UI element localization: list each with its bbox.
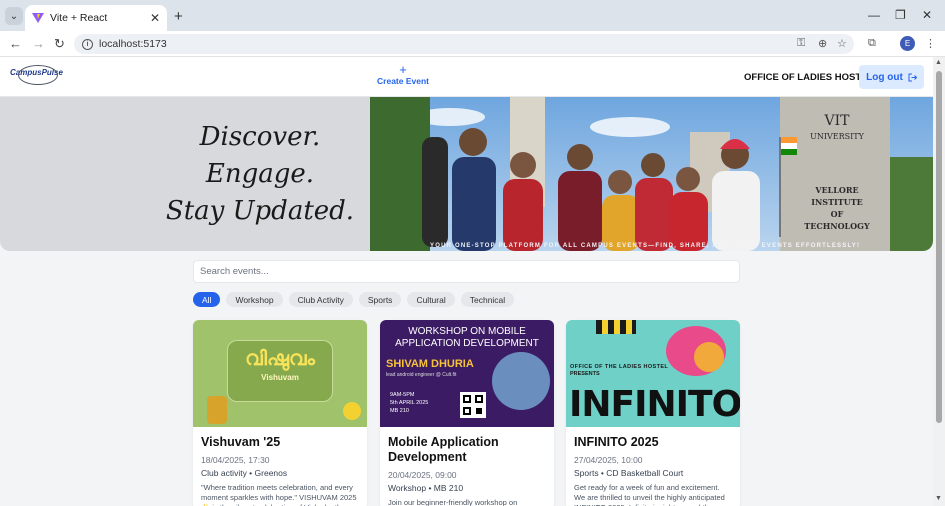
checker-decoration [596, 320, 636, 334]
poster-date: 5th APRIL 2025 [390, 400, 429, 406]
sign-vellore: VELLORE [814, 185, 858, 195]
hero-headline: Discover. Engage. Stay Updated. [150, 119, 370, 230]
filter-chip-club-activity[interactable]: Club Activity [288, 292, 353, 307]
hero-students-photo: VIT UNIVERSITY VELLORE INSTITUTE OF TECH… [370, 97, 933, 251]
hero-line-3: Stay Updated. [165, 196, 355, 226]
extensions-icon[interactable]: ⧉ [868, 37, 876, 50]
event-card-mobile-dev[interactable]: WORKSHOP ON MOBILE APPLICATION DEVELOPME… [380, 320, 554, 506]
logo-ring [18, 65, 58, 85]
browser-menu-icon[interactable]: ⋮ [925, 37, 936, 50]
event-card-body: Vishuvam '25 18/04/2025, 17:30 Club acti… [193, 427, 367, 506]
organization-name: OFFICE OF LADIES HOSTEL [744, 72, 874, 83]
restore-button[interactable]: ❐ [895, 8, 906, 22]
ball-decoration-2 [694, 342, 724, 372]
event-date: 20/04/2025, 09:00 [388, 470, 457, 480]
poster-vishuvam-sub: Vishuvam [261, 373, 299, 382]
scroll-up-arrow-icon[interactable]: ▲ [935, 59, 942, 66]
logout-label: Log out [866, 71, 903, 83]
event-title: INFINITO 2025 [574, 435, 659, 449]
poster-presents: PRESENTS [570, 371, 600, 377]
campuspulse-logo[interactable]: CampusPulse [10, 65, 63, 85]
event-card-grid: വിഷുവം Vishuvam Vishuvam '25 18/04/2025,… [193, 320, 741, 506]
event-description: Join our beginner-friendly workshop on [388, 498, 518, 506]
forward-arrow-icon[interactable]: → [32, 36, 45, 51]
flower-decoration [343, 402, 361, 420]
event-card-infinito[interactable]: OFFICE OF THE LADIES HOSTEL PRESENTS INF… [566, 320, 740, 506]
filter-chip-cultural[interactable]: Cultural [407, 292, 455, 307]
sign-university: UNIVERSITY [810, 132, 865, 141]
sign-institute: INSTITUTE [811, 197, 863, 207]
zoom-icon[interactable]: ⊕ [818, 37, 827, 50]
poster-speaker-name: SHIVAM DHURIA [386, 358, 474, 370]
event-meta: Sports • CD Basketball Court [574, 468, 684, 478]
event-poster-workshop: WORKSHOP ON MOBILE APPLICATION DEVELOPME… [380, 320, 554, 427]
hero-tagline: YOUR ONE-STOP PLATFORM FOR ALL CAMPUS EV… [430, 243, 861, 249]
event-meta: Workshop • MB 210 [388, 483, 464, 493]
sign-technology: TECHNOLOGY [804, 221, 870, 231]
browser-tab[interactable]: Vite + React ✕ [25, 5, 167, 31]
scrollbar-thumb[interactable] [936, 71, 942, 423]
filter-chip-workshop[interactable]: Workshop [226, 292, 283, 307]
site-info-icon[interactable]: i [82, 38, 93, 50]
scroll-down-arrow-icon[interactable]: ▼ [935, 495, 942, 502]
qr-code-icon [460, 392, 486, 418]
filter-chip-all[interactable]: All [193, 292, 221, 307]
reload-icon[interactable]: ↻ [54, 36, 65, 52]
close-window-button[interactable]: ✕ [922, 8, 932, 22]
tab-close-icon[interactable]: ✕ [150, 11, 160, 25]
event-meta: Club activity • Greenos [201, 468, 288, 478]
poster-line-1: WORKSHOP ON MOBILE [408, 326, 526, 337]
poster-time: 9AM-5PM [390, 392, 415, 398]
logout-icon [908, 73, 917, 81]
event-poster-infinito: OFFICE OF THE LADIES HOSTEL PRESENTS INF… [566, 320, 740, 427]
speaker-photo [492, 352, 550, 410]
event-card-body: INFINITO 2025 27/04/2025, 10:00 Sports •… [566, 427, 740, 506]
profile-avatar[interactable]: E [900, 36, 915, 51]
page-scrollbar[interactable]: ▲ ▼ [933, 57, 945, 506]
app-navbar: CampusPulse + Create Event OFFICE OF LAD… [0, 57, 933, 97]
hero-line-1: Discover. [199, 122, 321, 152]
app-viewport: CampusPulse + Create Event OFFICE OF LAD… [0, 57, 933, 506]
search-input[interactable] [193, 260, 740, 283]
new-tab-button[interactable]: + [174, 8, 183, 25]
vite-favicon-icon [32, 13, 44, 23]
create-event-button[interactable]: + Create Event [370, 63, 436, 86]
create-event-label: Create Event [377, 76, 429, 86]
event-date: 27/04/2025, 10:00 [574, 455, 643, 465]
minimize-button[interactable]: — [868, 8, 880, 22]
poster-line-2: APPLICATION DEVELOPMENT [395, 338, 539, 349]
event-title: Vishuvam '25 [201, 435, 281, 449]
poster-venue: MB 210 [390, 408, 409, 414]
poster-speaker-role: lead android engineer @ Cult.fit [386, 372, 457, 378]
event-card-body: Mobile Application Development 20/04/202… [380, 427, 554, 506]
poster-presenter: OFFICE OF THE LADIES HOSTEL [570, 364, 669, 370]
tab-search-button[interactable]: ⌄ [5, 7, 23, 25]
tab-title: Vite + React [50, 12, 108, 24]
address-bar[interactable]: i localhost:5173 [74, 34, 854, 54]
browser-tabstrip: ⌄ Vite + React ✕ + — ❐ ✕ [0, 0, 945, 31]
filter-chip-technical[interactable]: Technical [460, 292, 515, 307]
plus-icon: + [399, 62, 407, 77]
filter-chips: All Workshop Club Activity Sports Cultur… [193, 292, 515, 307]
event-date: 18/04/2025, 17:30 [201, 455, 270, 465]
logout-button[interactable]: Log out [859, 65, 924, 89]
event-description: "Where tradition meets celebration, and … [201, 483, 357, 506]
poster-infinito-text: INFINITO [569, 384, 740, 425]
back-arrow-icon[interactable]: ← [9, 36, 22, 51]
lamp-decoration [207, 396, 227, 424]
event-description: Get ready for a week of fun and exciteme… [574, 483, 730, 506]
browser-toolbar: ← → ↻ i localhost:5173 ⚿ ⊕ ☆ ⧉ ⋮ [0, 31, 945, 57]
password-key-icon[interactable]: ⚿ [797, 37, 805, 50]
event-card-vishuvam[interactable]: വിഷുവം Vishuvam Vishuvam '25 18/04/2025,… [193, 320, 367, 506]
hero-banner: Discover. Engage. Stay Updated. VIT UNIV… [0, 97, 933, 251]
event-poster-vishuvam: വിഷുവം Vishuvam [193, 320, 367, 427]
poster-malayalam-title: വിഷുവം [245, 346, 315, 370]
event-title: Mobile Application Development [388, 435, 499, 464]
filter-chip-sports[interactable]: Sports [358, 292, 402, 307]
url-text: localhost:5173 [99, 38, 167, 50]
sign-vit: VIT [824, 113, 851, 129]
bookmark-star-icon[interactable]: ☆ [837, 37, 847, 50]
hero-line-2: Engage. [205, 159, 315, 189]
sign-of: OF [831, 209, 844, 219]
